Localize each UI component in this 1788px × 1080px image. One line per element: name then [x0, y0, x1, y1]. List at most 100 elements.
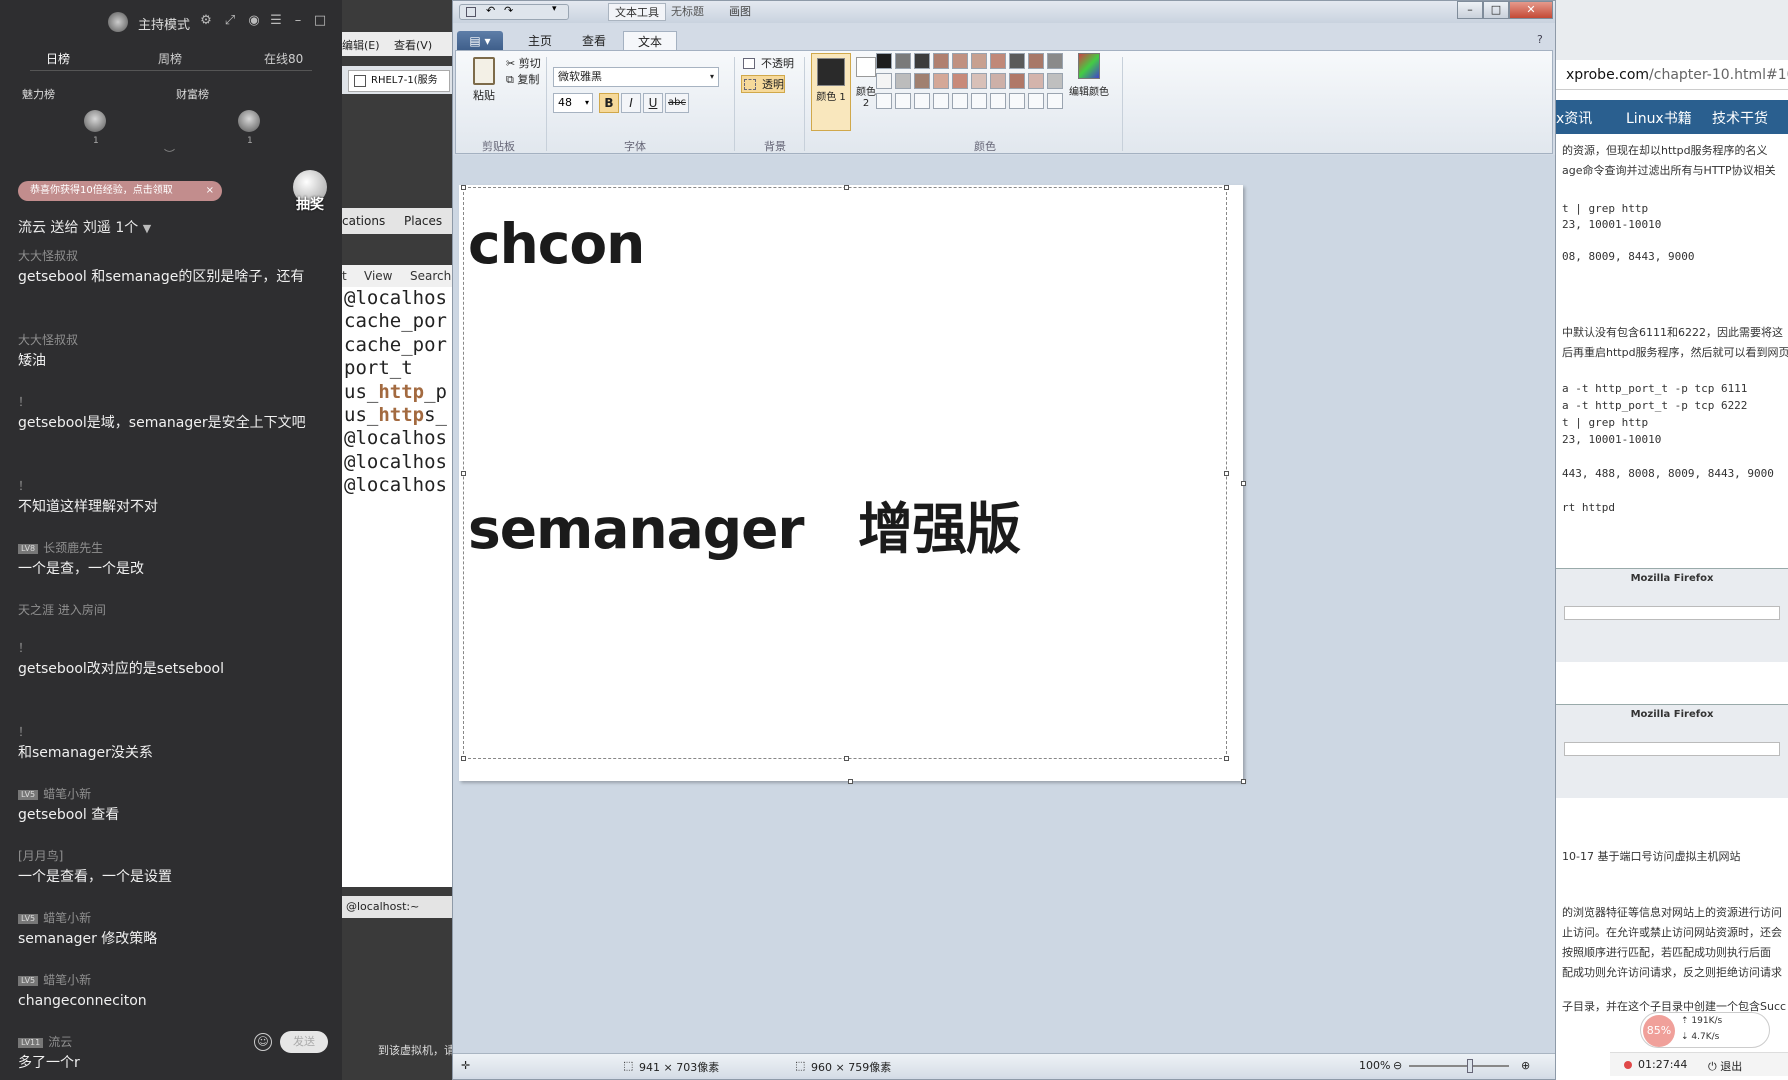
nav-news[interactable]: x资讯 — [1556, 108, 1592, 128]
palette-swatch[interactable] — [895, 53, 911, 69]
palette-swatch[interactable] — [990, 73, 1006, 89]
palette-swatch[interactable] — [1047, 53, 1063, 69]
underline-button[interactable]: U — [643, 93, 663, 113]
minimize-button[interactable]: – — [1457, 1, 1483, 19]
vm-tab[interactable]: RHEL7-1(服务 — [348, 70, 450, 92]
cut-button[interactable]: ✂ 剪切 — [506, 55, 541, 71]
chat-username[interactable]: LV5 蜡笔小新 — [18, 786, 318, 802]
charm-rank-tab[interactable]: 魅力榜 — [22, 86, 55, 102]
reward-notice[interactable]: 恭喜你获得10倍经验，点击领取 × — [18, 181, 222, 201]
chat-username[interactable]: 大大怪叔叔 — [18, 248, 318, 264]
tab-view[interactable]: 查看 — [569, 31, 619, 51]
palette-swatch[interactable] — [876, 53, 892, 69]
palette-swatch[interactable] — [895, 73, 911, 89]
paste-button[interactable]: 粘贴 — [466, 55, 502, 109]
share-icon[interactable]: ⤢ — [222, 13, 238, 29]
color-1-button[interactable]: 颜色 1 — [811, 53, 851, 131]
chat-username[interactable]: ！ — [18, 478, 318, 494]
wealth-rank-tab[interactable]: 财富榜 — [176, 86, 209, 102]
tab-online[interactable]: 在线80 — [264, 50, 303, 67]
exit-button[interactable]: ⏻ 退出 — [1708, 1058, 1742, 1074]
italic-button[interactable]: I — [621, 93, 641, 113]
opaque-option[interactable]: 不透明 — [741, 55, 794, 73]
canvas-text-line[interactable]: chcon — [468, 212, 645, 276]
chat-username[interactable]: 大大怪叔叔 — [18, 332, 318, 348]
font-size-select[interactable]: 48 ▾ — [553, 93, 593, 113]
palette-swatch[interactable] — [876, 73, 892, 89]
palette-swatch[interactable] — [1047, 93, 1063, 109]
zoom-slider-thumb[interactable] — [1467, 1059, 1473, 1073]
chat-username[interactable]: LV8 长颈鹿先生 — [18, 540, 318, 556]
palette-swatch[interactable] — [914, 73, 930, 89]
terminal-taskbar-item[interactable]: @localhost:~ — [342, 896, 452, 918]
address-bar[interactable]: xprobe.com/chapter-10.html#1053 — [1556, 60, 1788, 90]
undo-icon[interactable]: ↶ — [486, 4, 495, 17]
palette-swatch[interactable] — [952, 93, 968, 109]
palette-swatch[interactable] — [971, 93, 987, 109]
maximize-icon[interactable]: □ — [312, 13, 328, 29]
drawing-canvas[interactable]: chcon semanager 增强版 — [459, 185, 1246, 784]
chat-username[interactable]: ！ — [18, 724, 318, 740]
color-2-button[interactable]: 颜色 2 — [854, 53, 878, 131]
palette-swatch[interactable] — [933, 53, 949, 69]
record-icon[interactable]: ◉ — [246, 13, 262, 29]
chevron-down-icon[interactable]: ▾ — [552, 4, 557, 14]
font-family-select[interactable]: 微软雅黑 ▾ — [553, 67, 719, 87]
resize-handle[interactable] — [1224, 471, 1229, 476]
canvas-resize-handle[interactable] — [1241, 779, 1246, 784]
maximize-button[interactable]: □ — [1483, 1, 1509, 19]
menu-edit[interactable]: 编辑(E) — [342, 37, 380, 53]
terminal-menu-search[interactable]: Search — [410, 269, 451, 283]
rank-avatar[interactable] — [84, 110, 106, 132]
lottery-button[interactable]: 抽奖 — [290, 170, 330, 218]
color-palette[interactable] — [876, 53, 1064, 117]
terminal-menu-view[interactable]: View — [364, 269, 392, 283]
palette-swatch[interactable] — [1009, 53, 1025, 69]
tab-text[interactable]: 文本 — [623, 31, 677, 51]
palette-swatch[interactable] — [933, 73, 949, 89]
palette-swatch[interactable] — [952, 53, 968, 69]
minimize-icon[interactable]: – — [290, 13, 306, 29]
close-icon[interactable]: × — [206, 181, 214, 201]
resize-handle[interactable] — [461, 185, 466, 190]
nav-linux-books[interactable]: Linux书籍 — [1626, 108, 1692, 128]
palette-swatch[interactable] — [1009, 73, 1025, 89]
chat-username[interactable]: ！ — [18, 394, 318, 410]
settings-icon[interactable]: ⚙ — [198, 13, 214, 29]
resize-handle[interactable] — [844, 756, 849, 761]
resize-handle[interactable] — [1224, 185, 1229, 190]
canvas-resize-handle[interactable] — [1241, 481, 1246, 486]
places-menu[interactable]: Places — [404, 214, 442, 228]
chat-username[interactable]: LV5 蜡笔小新 — [18, 910, 318, 926]
palette-swatch[interactable] — [914, 93, 930, 109]
zoom-in-icon[interactable]: ⊕ — [1521, 1059, 1530, 1072]
expand-chevron-icon[interactable]: ︶ — [164, 146, 175, 162]
canvas-resize-handle[interactable] — [848, 779, 853, 784]
palette-swatch[interactable] — [971, 73, 987, 89]
chat-username[interactable]: LV5 蜡笔小新 — [18, 972, 318, 988]
palette-swatch[interactable] — [1028, 93, 1044, 109]
palette-swatch[interactable] — [914, 53, 930, 69]
redo-icon[interactable]: ↷ — [504, 4, 513, 17]
palette-swatch[interactable] — [895, 93, 911, 109]
menu-icon[interactable]: ☰ — [268, 13, 284, 29]
strikethrough-button[interactable]: abc — [665, 93, 689, 113]
rank-avatar[interactable] — [238, 110, 260, 132]
palette-swatch[interactable] — [990, 93, 1006, 109]
menu-view[interactable]: 查看(V) — [394, 37, 432, 53]
resize-handle[interactable] — [844, 185, 849, 190]
palette-swatch[interactable] — [1047, 73, 1063, 89]
close-button[interactable]: ✕ — [1509, 1, 1553, 19]
palette-swatch[interactable] — [876, 93, 892, 109]
tab-daily[interactable]: 日榜 — [46, 50, 70, 67]
applications-menu[interactable]: cations — [342, 214, 385, 228]
palette-swatch[interactable] — [971, 53, 987, 69]
copy-button[interactable]: ⧉ 复制 — [506, 71, 539, 87]
chat-username[interactable]: [月月鸟] — [18, 848, 318, 864]
help-icon[interactable]: ? — [1537, 33, 1543, 46]
terminal-output[interactable]: @localhos cache_por cache_por port_t us_http… — [342, 287, 452, 887]
bold-button[interactable]: B — [599, 93, 619, 113]
file-menu-button[interactable]: ▤ ▾ — [457, 31, 503, 51]
tab-home[interactable]: 主页 — [515, 31, 565, 51]
palette-swatch[interactable] — [1028, 53, 1044, 69]
